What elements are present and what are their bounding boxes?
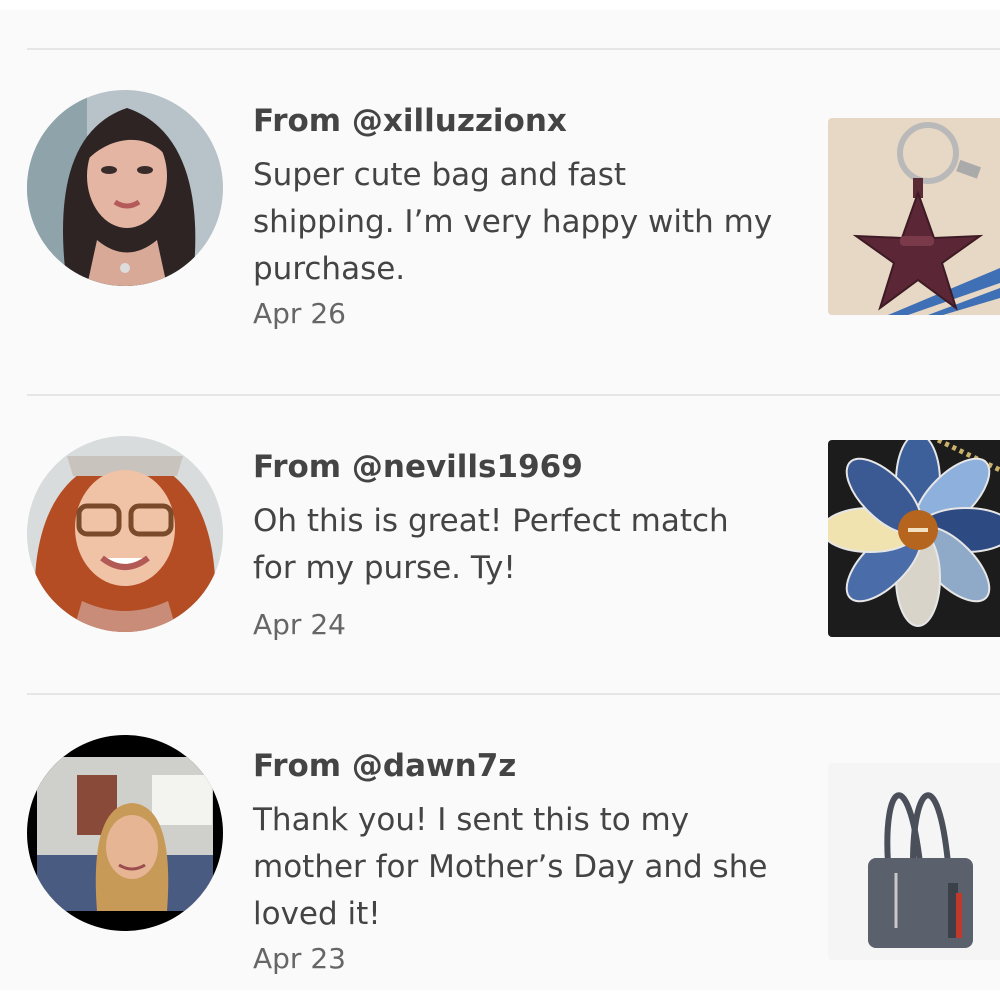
star-keychain-thumbnail <box>828 118 1000 315</box>
reviews-list: From @xilluzzionx Super cute bag and fas… <box>0 10 1000 990</box>
woman-blonde-hair-avatar <box>27 735 223 931</box>
divider <box>27 394 1000 396</box>
gray-handbag-thumbnail <box>828 763 1000 960</box>
review-date: Apr 26 <box>253 297 346 330</box>
review-date: Apr 24 <box>253 608 346 641</box>
review-text: Oh this is great! Perfect match for my p… <box>253 503 729 586</box>
product-thumbnail[interactable] <box>828 118 1000 315</box>
review-text: Super cute bag and fast shipping. I’m ve… <box>253 157 773 287</box>
reviewer-username[interactable]: From @dawn7z <box>253 747 516 785</box>
divider <box>27 693 1000 695</box>
reviewer-username[interactable]: From @xilluzzionx <box>253 102 567 140</box>
woman-dark-hair-avatar <box>27 90 223 286</box>
review-date: Apr 23 <box>253 942 346 975</box>
reviewer-avatar[interactable] <box>27 436 223 632</box>
reviewer-username[interactable]: From @nevills1969 <box>253 448 583 486</box>
bottom-edge <box>0 990 1000 1000</box>
flower-keychain-thumbnail <box>828 440 1000 637</box>
reviewer-avatar[interactable] <box>27 735 223 931</box>
product-thumbnail[interactable] <box>828 763 1000 960</box>
product-thumbnail[interactable] <box>828 440 1000 637</box>
reviewer-avatar[interactable] <box>27 90 223 286</box>
review-text: Thank you! I sent this to my mother for … <box>253 802 768 932</box>
divider <box>27 48 1000 50</box>
woman-red-hair-glasses-avatar <box>27 436 223 632</box>
